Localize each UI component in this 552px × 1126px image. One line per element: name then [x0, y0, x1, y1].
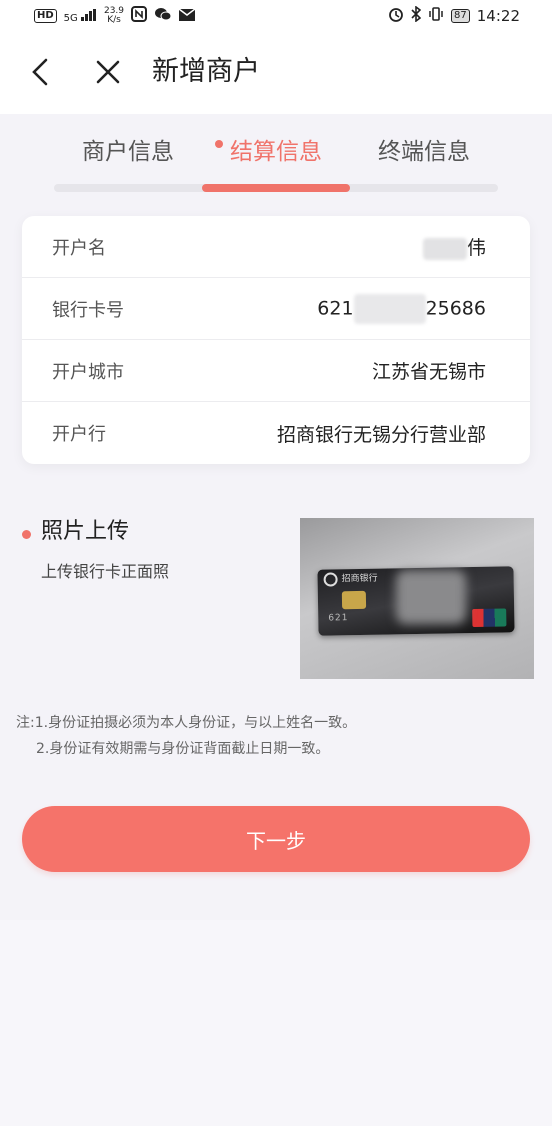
tab-merchant-info[interactable]: 商户信息: [82, 136, 174, 168]
card-number-label: 银行卡号: [52, 299, 124, 321]
back-button[interactable]: [26, 54, 56, 90]
chip-icon: [341, 590, 367, 610]
unionpay-icon: [472, 608, 507, 628]
note-text: 注:1.身份证拍摄必须为本人身份证，与以上姓名一致。 2.身份证有效期需与身份证…: [16, 710, 356, 762]
note-line-2: 2.身份证有效期需与身份证背面截止日期一致。: [36, 741, 330, 757]
photo-section-dot: [22, 530, 31, 539]
status-right: 87 14:22: [388, 5, 520, 26]
redacted-mask: [353, 293, 426, 324]
card-number-fragment: 621: [328, 613, 349, 624]
active-tab-dot: [215, 140, 223, 148]
bank-logo-icon: [323, 572, 338, 587]
mail-icon: [178, 7, 196, 25]
tab-indicator: [202, 184, 350, 192]
photo-upload-title: 照片上传: [41, 519, 130, 544]
status-left: HD 5G 23.9 K/s: [34, 6, 196, 26]
hd-icon: HD: [34, 9, 57, 23]
chevron-left-icon: [32, 58, 48, 86]
tab-terminal-info[interactable]: 终端信息: [378, 136, 470, 168]
row-bank-branch[interactable]: 开户行 招商银行无锡分行营业部: [22, 402, 530, 464]
bank-branch-label: 开户行: [52, 424, 106, 445]
account-city-label: 开户城市: [52, 361, 124, 383]
bluetooth-icon: [411, 5, 422, 26]
photo-upload-subtitle: 上传银行卡正面照: [41, 562, 170, 581]
card-bank-name: 招商银行: [341, 573, 378, 585]
redacted-mask: [396, 570, 466, 624]
close-button[interactable]: [92, 54, 124, 90]
settlement-card: 开户名 伟 银行卡号 621 25686 开户城市 江苏省无锡市 开户行 招商银行…: [22, 216, 530, 464]
wechat-icon: [154, 7, 172, 25]
vibrate-icon: [428, 6, 444, 26]
app-header: 新增商户: [0, 32, 552, 114]
network-speed: 23.9 K/s: [103, 6, 125, 25]
account-name-label: 开户名: [52, 237, 106, 259]
nfc-icon: [131, 6, 148, 26]
bottom-area: [0, 920, 552, 1126]
status-bar: HD 5G 23.9 K/s 87 14:22: [0, 0, 552, 32]
signal-icon: 5G: [64, 8, 97, 24]
alarm-icon: [388, 6, 404, 26]
page-title: 新增商户: [152, 56, 260, 87]
tab-settlement-info[interactable]: 结算信息: [230, 136, 322, 168]
step-tabs: 商户信息 结算信息 终端信息: [0, 130, 552, 200]
bank-card-photo[interactable]: 招商银行 621: [300, 518, 534, 679]
row-account-name[interactable]: 开户名 伟: [22, 216, 530, 278]
row-account-city[interactable]: 开户城市 江苏省无锡市: [22, 340, 530, 402]
account-city-value: 江苏省无锡市: [371, 361, 486, 383]
redacted-mask: [422, 237, 467, 260]
row-card-number[interactable]: 银行卡号 621 25686: [22, 278, 530, 340]
card-number-value: 621 25686: [317, 293, 486, 324]
status-time: 14:22: [476, 7, 520, 25]
account-name-value: 伟: [422, 233, 486, 260]
battery-icon: 87: [451, 9, 470, 23]
next-step-button[interactable]: 下一步: [22, 806, 530, 872]
close-icon: [96, 60, 120, 84]
note-line-1: 注:1.身份证拍摄必须为本人身份证，与以上姓名一致。: [16, 715, 357, 731]
bank-branch-value: 招商银行无锡分行营业部: [276, 423, 486, 446]
